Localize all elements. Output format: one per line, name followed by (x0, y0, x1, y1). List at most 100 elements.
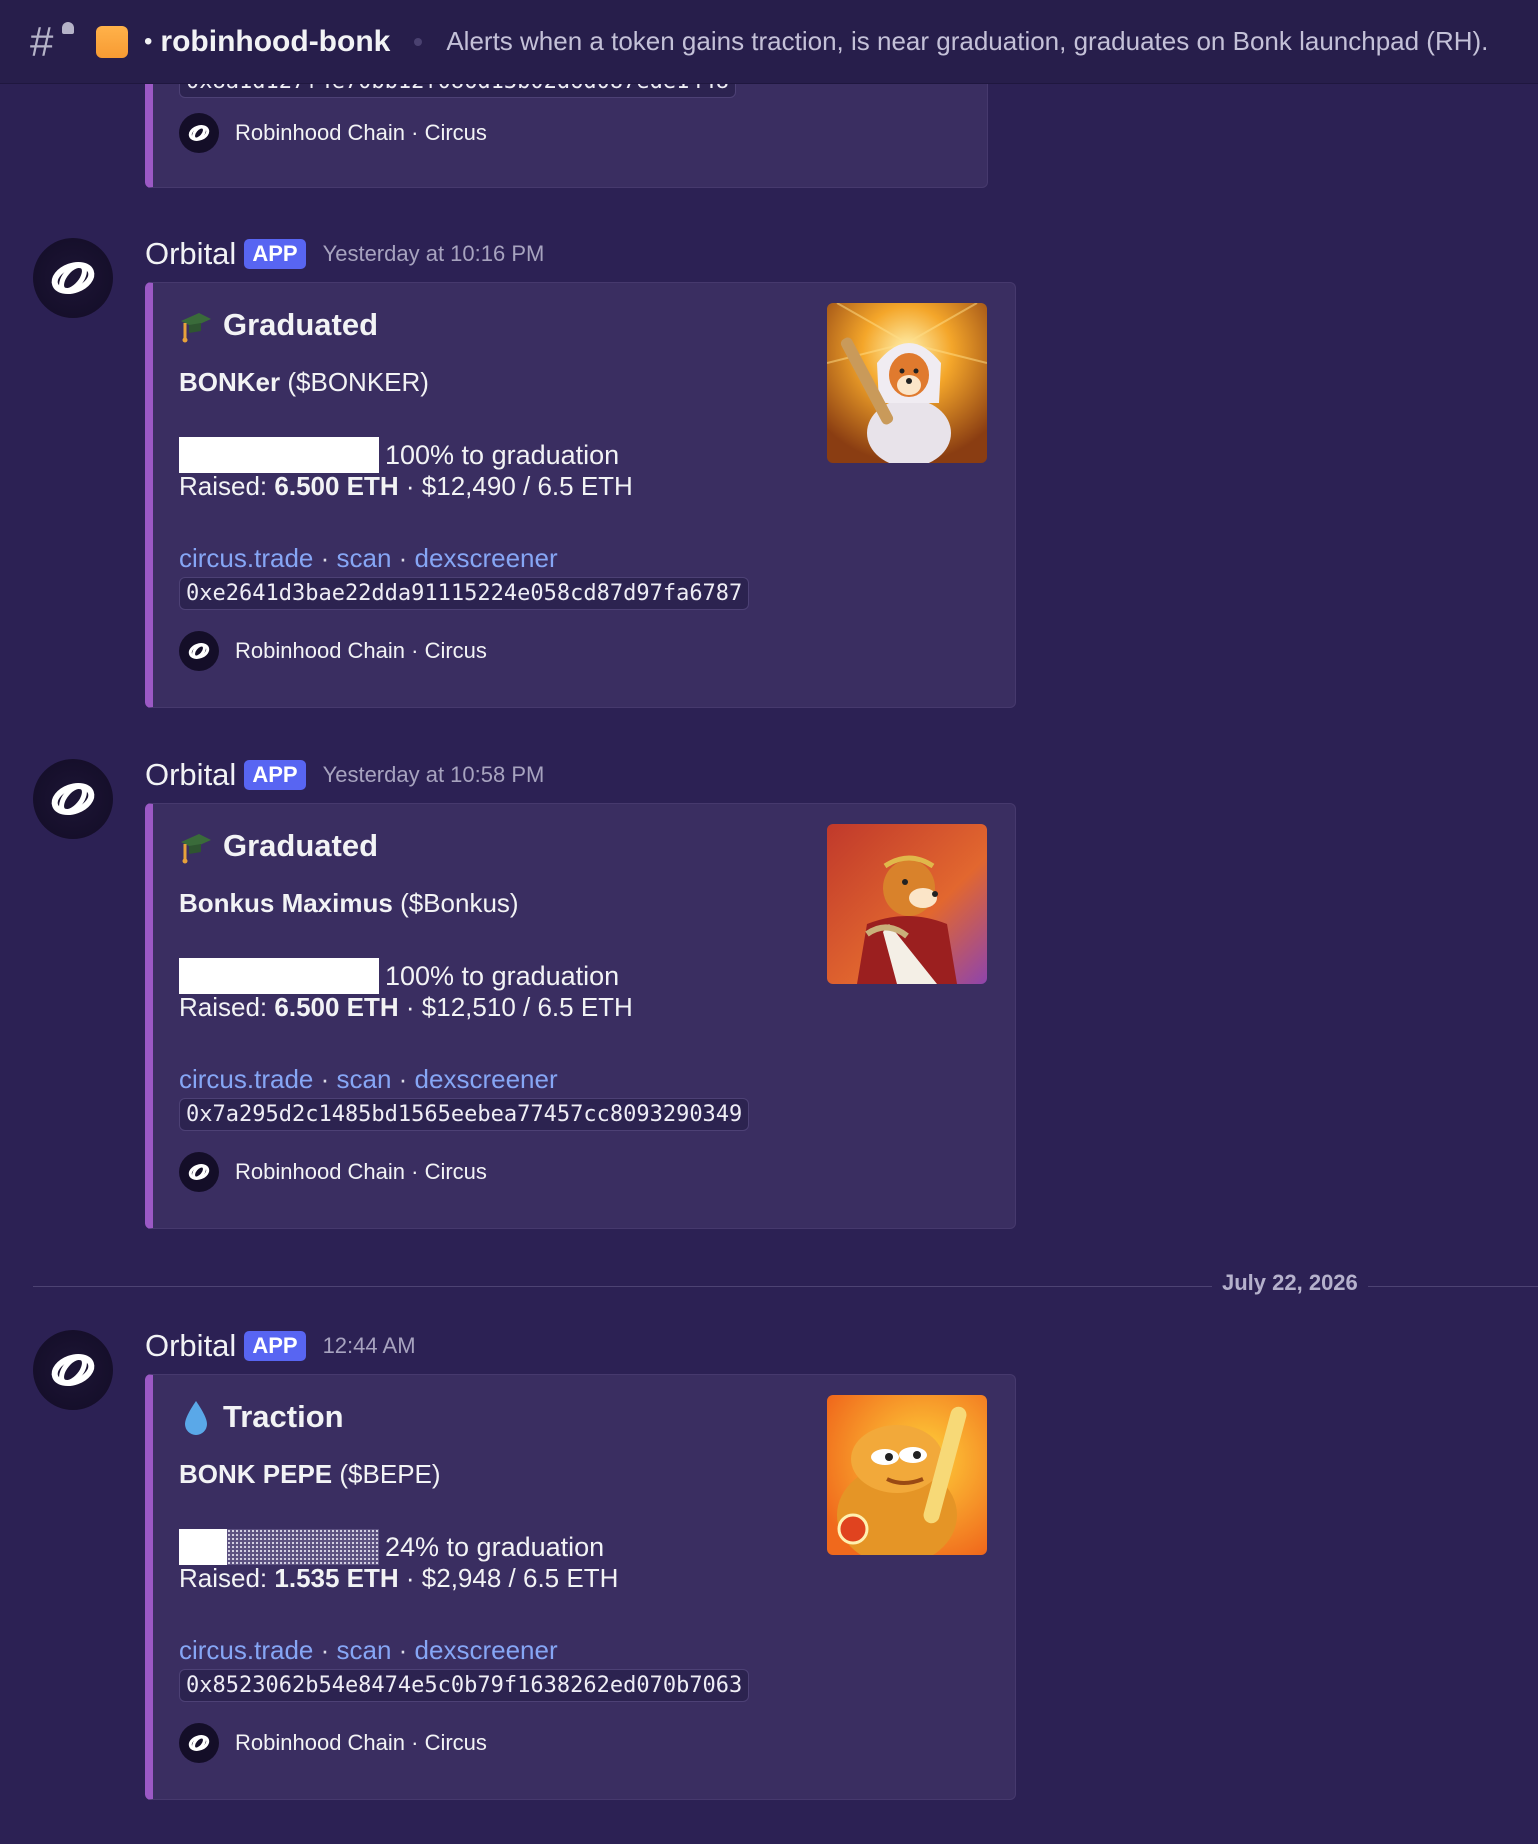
progress-label: 100% to graduation (385, 960, 620, 991)
progress-bar (179, 437, 379, 473)
embed-footer: Robinhood Chain · Circus (179, 631, 487, 671)
author-name[interactable]: Orbital (145, 1328, 236, 1364)
footer-text: Robinhood Chain · Circus (235, 120, 487, 145)
embed-title-text: Graduated (223, 307, 379, 342)
orbital-logo-icon (179, 631, 219, 671)
message-header: Orbital APP 12:44 AM (145, 1328, 416, 1364)
embed: Graduated BONKer ($BONKER) 100% to gradu… (145, 282, 1016, 708)
orbital-logo-icon (179, 113, 219, 153)
contract-address[interactable]: 0xe2641d3bae22dda91115224e058cd87d97fa67… (179, 577, 750, 610)
graduation-cap-icon (179, 305, 213, 345)
channel-topic[interactable]: Alerts when a token gains traction, is n… (446, 26, 1488, 57)
token-name: Bonkus Maximus (179, 888, 393, 918)
progress-fill (179, 437, 379, 473)
embed: Traction BONK PEPE ($BEPE) 24% to gradua… (145, 1374, 1016, 1800)
token-ticker: ($BONKER) (287, 367, 429, 397)
dexscreener-link[interactable]: dexscreener (415, 1635, 558, 1665)
date-divider-label: July 22, 2026 (1212, 1270, 1368, 1296)
scan-link[interactable]: scan (337, 543, 392, 573)
link-separator: · (313, 1635, 337, 1665)
link-separator: · (391, 543, 415, 573)
avatar[interactable] (33, 759, 113, 839)
scan-link[interactable]: scan (337, 1635, 392, 1665)
orbital-logo-icon (179, 1152, 219, 1192)
raised-line: Raised: 1.535 ETH · $2,948 / 6.5 ETH (179, 1563, 618, 1594)
progress-row: 100% to graduation (179, 958, 619, 994)
progress-bar (179, 958, 379, 994)
circus-trade-link[interactable]: circus.trade (179, 1635, 313, 1665)
raised-line: Raised: 6.500 ETH · $12,510 / 6.5 ETH (179, 992, 633, 1023)
embed-title: Graduated (179, 305, 378, 345)
orbital-logo-icon (179, 1723, 219, 1763)
progress-label: 100% to graduation (385, 439, 620, 470)
author-name[interactable]: Orbital (145, 757, 236, 793)
embed-title: Graduated (179, 826, 378, 866)
embed-title-text: Traction (223, 1399, 344, 1434)
raised-suffix: · $12,510 / 6.5 ETH (398, 992, 633, 1022)
app-badge: APP (244, 1331, 306, 1361)
link-separator: · (313, 1064, 337, 1094)
token-name-line: BONK PEPE ($BEPE) (179, 1459, 441, 1490)
token-name: BONKer (179, 367, 281, 397)
raised-prefix: Raised: (179, 992, 275, 1022)
timestamp[interactable]: Yesterday at 10:58 PM (323, 762, 545, 788)
circus-trade-link[interactable]: circus.trade (179, 1064, 313, 1094)
droplet-icon (179, 1397, 213, 1437)
author-name[interactable]: Orbital (145, 236, 236, 272)
footer-text: Robinhood Chain · Circus (235, 1159, 487, 1184)
app-badge: APP (244, 239, 306, 269)
links-row: circus.trade · scan · dexscreener (179, 543, 558, 574)
app-badge: APP (244, 760, 306, 790)
raised-amount: 6.500 ETH (274, 992, 399, 1022)
progress-row: 24% to graduation (179, 1529, 604, 1565)
separator-dot-icon (414, 37, 423, 46)
shiba-hoodie-bat-image[interactable] (827, 303, 987, 463)
raised-amount: 1.535 ETH (274, 1563, 399, 1593)
channel-hash-icon: # (30, 19, 74, 64)
progress-row: 100% to graduation (179, 437, 619, 473)
avatar[interactable] (33, 1330, 113, 1410)
embed: Graduated Bonkus Maximus ($Bonkus) 100% … (145, 803, 1016, 1229)
raised-prefix: Raised: (179, 1563, 275, 1593)
message-header: Orbital APP Yesterday at 10:16 PM (145, 236, 544, 272)
embed-title-text: Graduated (223, 828, 379, 863)
dexscreener-link[interactable]: dexscreener (415, 1064, 558, 1094)
token-ticker: ($BEPE) (339, 1459, 441, 1489)
embed-title: Traction (179, 1397, 344, 1437)
links-row: circus.trade · scan · dexscreener (179, 1635, 558, 1666)
raised-suffix: · $2,948 / 6.5 ETH (398, 1563, 619, 1593)
pepe-bonk-bat-image[interactable] (827, 1395, 987, 1555)
progress-bar (179, 1529, 379, 1565)
raised-amount: 6.500 ETH (274, 471, 399, 501)
embed-footer: Robinhood Chain · Circus (179, 113, 487, 153)
message-header: Orbital APP Yesterday at 10:58 PM (145, 757, 544, 793)
contract-address[interactable]: 0x8523062b54e8474e5c0b79f1638262ed070b70… (179, 1669, 750, 1702)
graduation-cap-icon (179, 826, 213, 866)
token-name-line: BONKer ($BONKER) (179, 367, 429, 398)
link-separator: · (391, 1064, 415, 1094)
scan-link[interactable]: scan (337, 1064, 392, 1094)
token-ticker: ($Bonkus) (400, 888, 519, 918)
footer-text: Robinhood Chain · Circus (235, 1730, 487, 1755)
progress-fill (179, 958, 379, 994)
channel-header: # • robinhood-bonk Alerts when a token g… (0, 0, 1538, 84)
raised-line: Raised: 6.500 ETH · $12,490 / 6.5 ETH (179, 471, 633, 502)
raised-prefix: Raised: (179, 471, 275, 501)
embed-footer: Robinhood Chain · Circus (179, 1723, 487, 1763)
circus-trade-link[interactable]: circus.trade (179, 543, 313, 573)
raised-suffix: · $12,490 / 6.5 ETH (398, 471, 633, 501)
token-name: BONK PEPE (179, 1459, 333, 1489)
contract-address[interactable]: 0x7a295d2c1485bd1565eebea77457cc80932903… (179, 1098, 750, 1131)
footer-text: Robinhood Chain · Circus (235, 638, 487, 663)
link-separator: · (313, 543, 337, 573)
shiba-roman-toga-image[interactable] (827, 824, 987, 984)
avatar[interactable] (33, 238, 113, 318)
channel-emoji-icon (96, 25, 128, 58)
timestamp[interactable]: 12:44 AM (323, 1333, 416, 1359)
channel-name[interactable]: robinhood-bonk (160, 25, 390, 59)
embed-footer: Robinhood Chain · Circus (179, 1152, 487, 1192)
bullet-icon: • (144, 27, 153, 55)
links-row: circus.trade · scan · dexscreener (179, 1064, 558, 1095)
timestamp[interactable]: Yesterday at 10:16 PM (323, 241, 545, 267)
dexscreener-link[interactable]: dexscreener (415, 543, 558, 573)
